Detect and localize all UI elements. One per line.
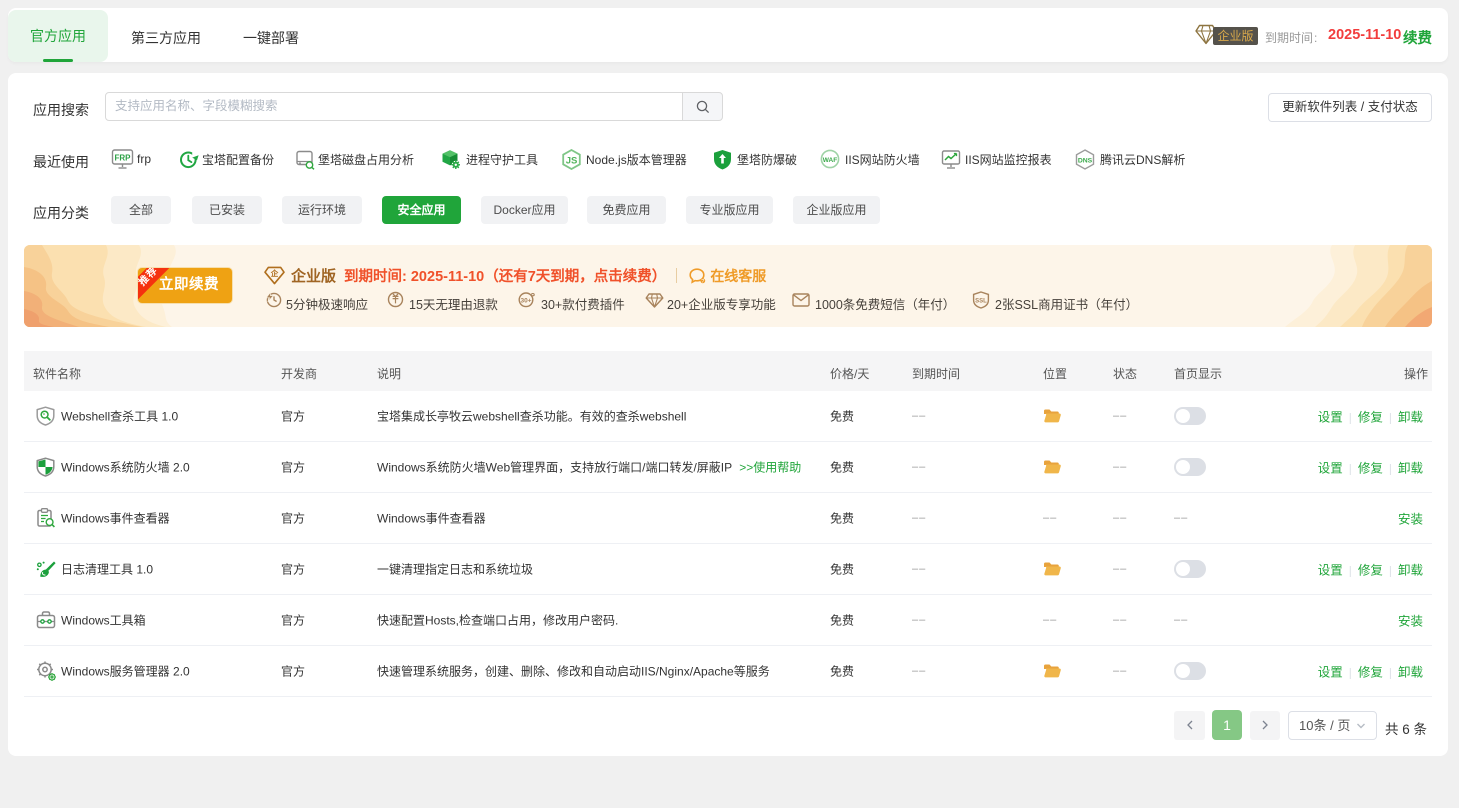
svg-text:30+: 30+ [520, 297, 531, 304]
svg-text:FRP: FRP [115, 154, 132, 163]
svg-text:SSL: SSL [975, 299, 987, 305]
svg-text:WAF: WAF [823, 157, 837, 164]
svg-text:JS: JS [566, 155, 578, 166]
svg-text:DNS: DNS [1078, 157, 1093, 164]
svg-text:企: 企 [270, 268, 279, 278]
svg-text:?: ? [702, 278, 705, 283]
